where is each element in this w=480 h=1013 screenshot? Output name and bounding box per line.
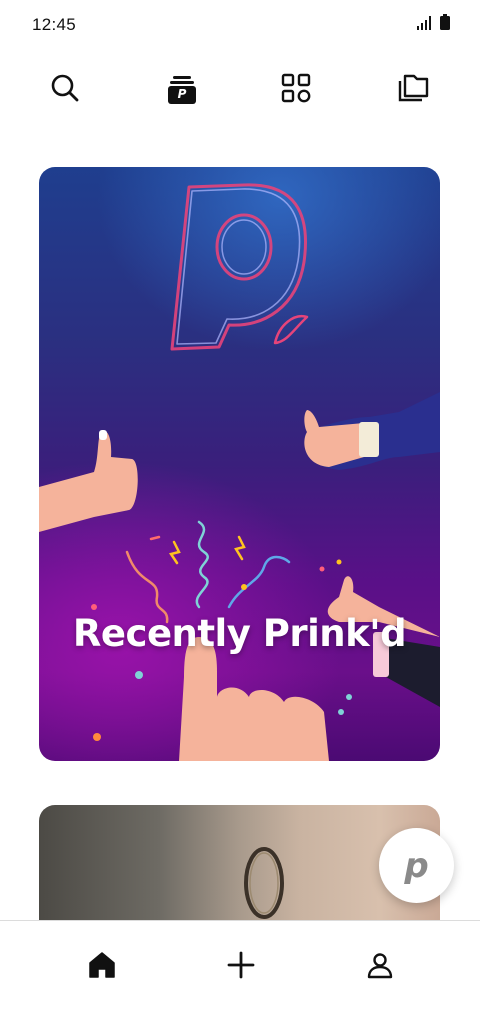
profile-tab-button[interactable] [358, 945, 402, 989]
prinks-tab-button[interactable]: P [162, 70, 202, 110]
top-nav: P [0, 70, 480, 110]
card-illustration [39, 183, 440, 761]
search-button[interactable] [45, 70, 85, 110]
prink-badge-letter: P [177, 87, 187, 101]
profile-icon [366, 951, 394, 984]
prink-fab-button[interactable]: p [379, 828, 454, 903]
status-bar: 12:45 [0, 0, 480, 50]
bottom-nav [0, 920, 480, 1013]
signal-icon [417, 16, 431, 35]
right-thumb-hand [304, 392, 440, 470]
prink-stack-icon: P [166, 74, 198, 106]
categories-button[interactable] [276, 70, 316, 110]
prink-logo-icon: p [404, 845, 429, 886]
home-icon [88, 951, 116, 984]
search-icon [50, 73, 80, 108]
left-thumb-hand [39, 430, 138, 532]
app-screen: 12:45 P Recently Prink'd p [0, 0, 480, 1013]
recently-prinked-card[interactable]: Recently Prink'd [39, 167, 440, 761]
card-title: Recently Prink'd [72, 612, 407, 655]
status-time: 12:45 [32, 15, 77, 34]
neon-p-logo [170, 183, 309, 351]
add-icon [227, 951, 255, 984]
battery-icon [440, 14, 450, 35]
categories-grid-icon [281, 73, 311, 108]
add-button[interactable] [219, 945, 263, 989]
collections-button[interactable] [393, 70, 433, 110]
bottom-hand [179, 637, 329, 761]
home-tab-button[interactable] [80, 945, 124, 989]
confetti [125, 520, 291, 624]
status-icons [417, 14, 450, 35]
collections-icon [396, 73, 430, 108]
